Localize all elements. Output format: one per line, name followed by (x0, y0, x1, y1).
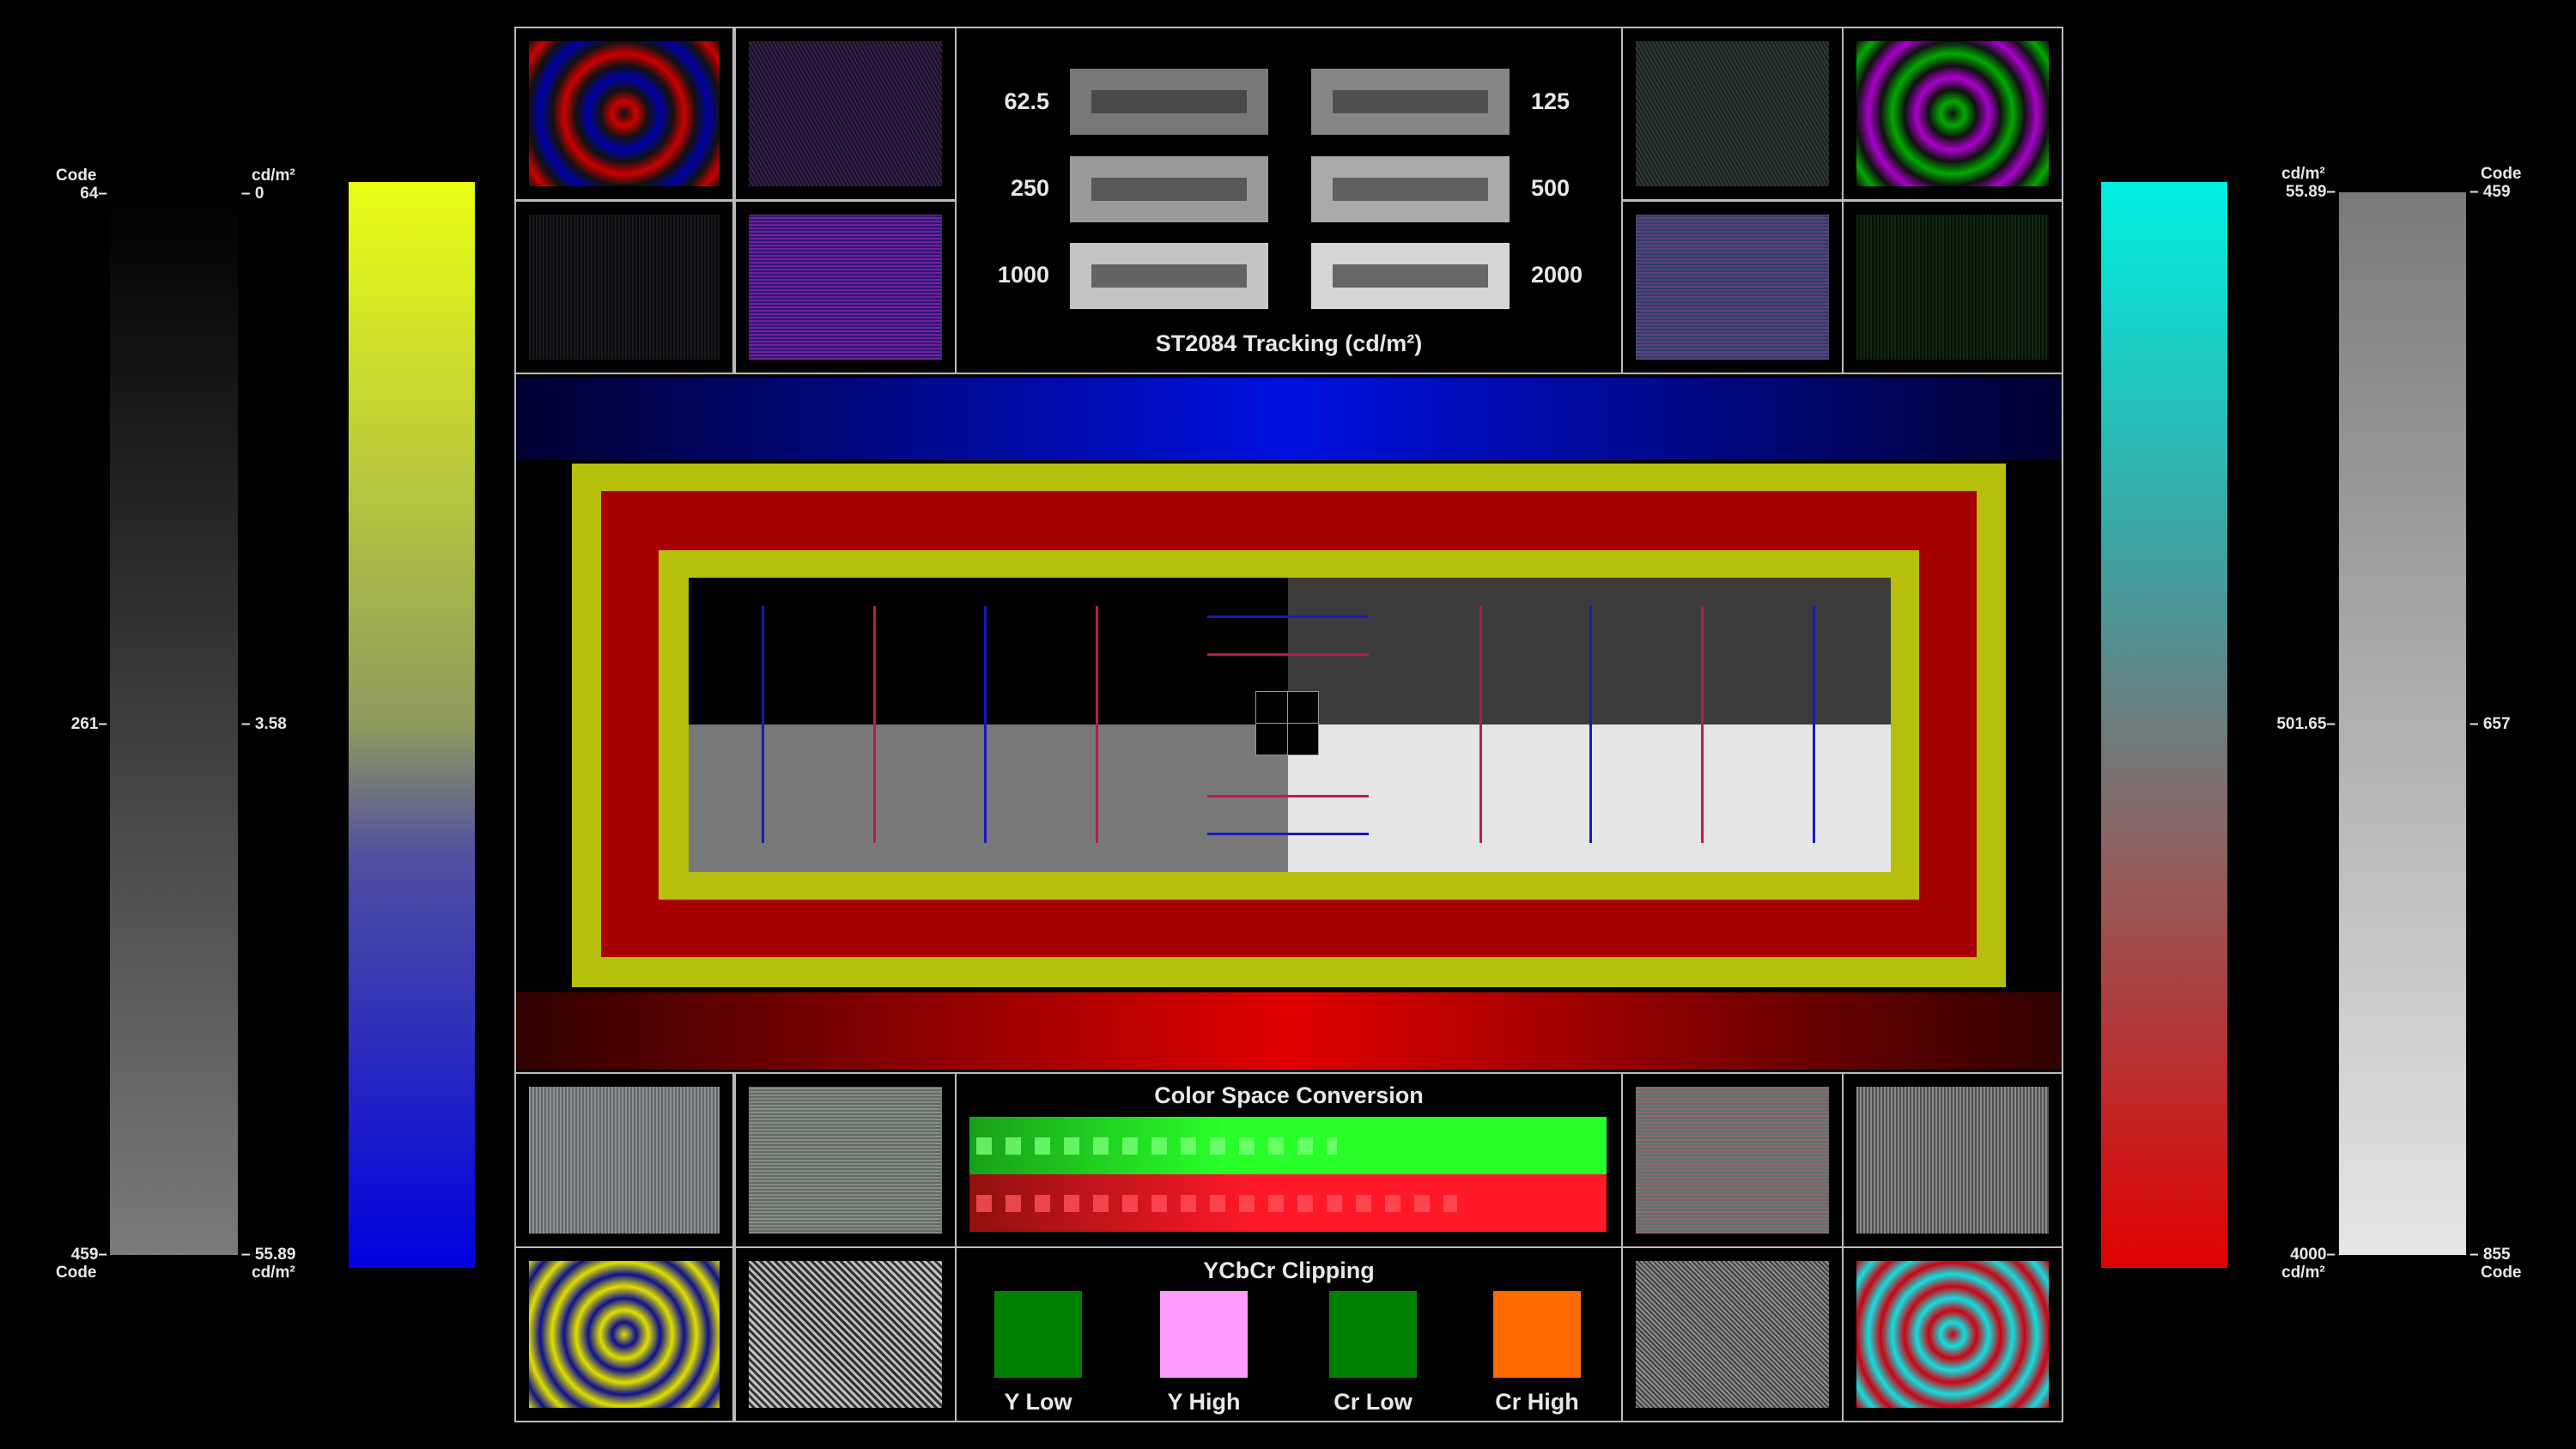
cd-footer: cd/m² (252, 1264, 295, 1282)
cd-tick: – 3.58 (241, 715, 287, 733)
code-tick: – 855 (2470, 1246, 2511, 1264)
cd-footer: cd/m² (2281, 1264, 2325, 1282)
cd-tick: – 55.89 (241, 1246, 296, 1264)
cr-low-swatch (1329, 1291, 1417, 1378)
pattern-cell (1621, 1246, 1844, 1422)
red-line (1479, 606, 1482, 843)
pattern-cell (1621, 200, 1844, 374)
pattern-cell (1842, 1072, 2063, 1248)
left-gray-ramp (110, 192, 238, 1255)
cr-high-swatch (1493, 1291, 1581, 1378)
color-space-title: Color Space Conversion (1154, 1082, 1424, 1108)
pattern-cell (1621, 27, 1844, 201)
pattern-cell (734, 200, 957, 374)
blue-line (1207, 833, 1369, 835)
zone-plate-cell (1842, 1246, 2063, 1422)
pattern-cell (1621, 1072, 1844, 1248)
red-line (1096, 606, 1098, 843)
cd-header: cd/m² (252, 167, 295, 185)
blue-line (1813, 606, 1815, 843)
blue-line (1589, 606, 1592, 843)
code-tick: – 657 (2470, 715, 2511, 733)
tracking-patch (1070, 243, 1268, 309)
red-line (1701, 606, 1704, 843)
red-line (1207, 653, 1369, 656)
code-tick: – 459 (2470, 183, 2511, 201)
cr-high-label: Cr High (1495, 1389, 1579, 1415)
tracking-patch (1311, 156, 1510, 222)
red-line (873, 606, 876, 843)
pattern-cell (514, 1072, 734, 1248)
tracking-label: 62.5 (1004, 88, 1049, 114)
y-low-label: Y Low (1004, 1389, 1072, 1415)
yellow-blue-ramp (349, 182, 475, 1268)
red-line (1207, 795, 1369, 797)
blue-gradient-band (516, 378, 2062, 460)
cd-tick: – 0 (241, 185, 264, 203)
code-header: Code (56, 167, 97, 185)
tracking-label: 1000 (997, 262, 1049, 288)
gray-quadrant (689, 724, 1288, 872)
red-bar (969, 1174, 1607, 1232)
pattern-cell (734, 1072, 957, 1248)
code-tick: 64– (80, 185, 107, 203)
blue-line (762, 606, 764, 843)
right-gray-ramp (2339, 192, 2466, 1255)
pattern-cell (734, 27, 957, 201)
cd-header: cd/m² (2281, 165, 2325, 183)
tracking-patch (1070, 69, 1268, 135)
tracking-label: 125 (1531, 88, 1571, 114)
zone-plate-cell (514, 1246, 734, 1422)
tracking-title: ST2084 Tracking (cd/m²) (1155, 330, 1423, 356)
pattern-cell (1842, 200, 2063, 374)
green-bar (969, 1117, 1607, 1174)
cr-low-label: Cr Low (1334, 1389, 1413, 1415)
y-high-label: Y High (1167, 1389, 1241, 1415)
y-low-swatch (994, 1291, 1082, 1378)
clipping-title: YCbCr Clipping (1203, 1258, 1375, 1283)
cd-tick: 4000– (2290, 1246, 2336, 1264)
tracking-label: 2000 (1531, 262, 1583, 288)
blue-line (984, 606, 987, 843)
code-tick: 459– (70, 1246, 107, 1264)
zone-plate-cell (1842, 27, 2063, 201)
pattern-cell (734, 1246, 957, 1422)
code-footer: Code (2481, 1264, 2522, 1282)
center-crosshair-box (1255, 691, 1319, 755)
code-footer: Code (56, 1264, 97, 1282)
code-tick: 261– (70, 715, 107, 733)
tracking-label: 500 (1531, 175, 1571, 201)
cyan-red-ramp (2101, 182, 2227, 1268)
black-quadrant (689, 578, 1288, 724)
red-gradient-band (516, 992, 2062, 1070)
tracking-patch (1070, 156, 1268, 222)
code-header: Code (2481, 165, 2522, 183)
zone-plate-cell (514, 27, 734, 201)
y-high-swatch (1160, 1291, 1248, 1378)
tracking-patch (1311, 69, 1510, 135)
blue-line (1207, 615, 1369, 618)
pattern-cell (514, 200, 734, 374)
tracking-patch (1311, 243, 1510, 309)
cd-tick: 55.89– (2285, 183, 2336, 201)
tracking-cell (955, 27, 1623, 374)
cd-tick: 501.65– (2276, 715, 2336, 733)
tracking-label: 250 (1010, 175, 1049, 201)
